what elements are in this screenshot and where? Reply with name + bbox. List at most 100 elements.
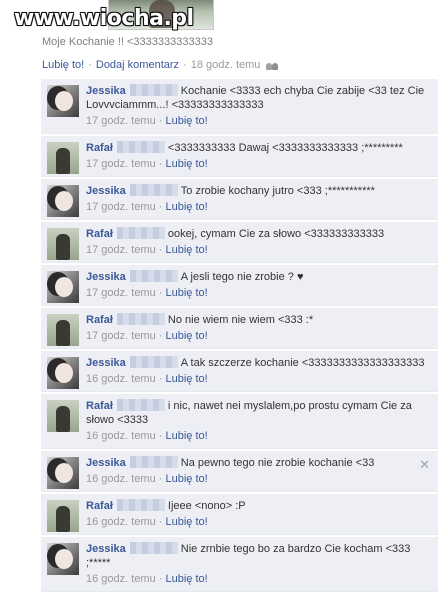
comment-text: No nie wiem nie wiem <333 :* xyxy=(167,314,314,326)
comment-item: Jessika Na pewno tego nie zrobie kochanie… xyxy=(41,450,438,492)
comment-body: Jessika Na pewno tego nie zrobie kochanie… xyxy=(86,456,430,470)
separator-dot: · xyxy=(155,473,166,485)
comment-like-link[interactable]: Lubię to! xyxy=(166,573,208,585)
avatar[interactable] xyxy=(47,85,79,117)
avatar[interactable] xyxy=(47,357,79,389)
redacted-surname xyxy=(129,456,178,468)
redacted-surname xyxy=(116,399,165,411)
comment-like-link[interactable]: Lubię to! xyxy=(166,330,208,342)
comment-like-link[interactable]: Lubię to! xyxy=(166,287,208,299)
comment-body: Jessika To zrobie kochany jutro <333 ;***… xyxy=(86,184,430,198)
comment-timestamp: 16 godz. temu xyxy=(86,473,156,485)
comment-author[interactable]: Jessika xyxy=(86,457,126,469)
comment-text: A jesli tego nie zrobie ? ♥ xyxy=(180,271,304,283)
separator-dot: · xyxy=(183,59,187,71)
comment-body: Jessika A jesli tego nie zrobie ? ♥ xyxy=(86,270,430,284)
comment-author[interactable]: Rafał xyxy=(86,400,113,412)
separator-dot: · xyxy=(155,158,166,170)
comment-text: A tak szczerze kochanie <333333333333333… xyxy=(180,357,425,369)
comment-timestamp: 16 godz. temu xyxy=(86,573,156,585)
comment-body: Rafał No nie wiem nie wiem <333 :* xyxy=(86,313,430,327)
avatar[interactable] xyxy=(47,142,79,174)
comment-like-link[interactable]: Lubię to! xyxy=(166,244,208,256)
comment-meta: 17 godz. temu · Lubię to! xyxy=(86,200,430,214)
comment-author[interactable]: Jessika xyxy=(86,357,126,369)
post-actions: Lubię to! · Dodaj komentarz · 18 godz. t… xyxy=(42,59,280,71)
redacted-surname xyxy=(116,227,165,239)
comment-item: Jessika Nie zrnbie tego bo za bardzo Cie … xyxy=(41,536,438,592)
separator-dot: · xyxy=(155,516,166,528)
comment-timestamp: 17 godz. temu xyxy=(86,201,156,213)
redacted-surname xyxy=(129,184,178,196)
redacted-surname xyxy=(116,313,165,325)
avatar[interactable] xyxy=(47,400,79,432)
comment-like-link[interactable]: Lubię to! xyxy=(166,201,208,213)
comment-item: Rafał Ijeee <nono> :P 16 godz. temu · Lubi… xyxy=(41,493,438,535)
comment-item: Jessika A jesli tego nie zrobie ? ♥ 17 god… xyxy=(41,264,438,306)
comment-meta: 16 godz. temu · Lubię to! xyxy=(86,572,430,586)
comment-body: Jessika A tak szczerze kochanie <33333333… xyxy=(86,356,430,370)
comment-meta: 16 godz. temu · Lubię to! xyxy=(86,429,430,443)
separator-dot: · xyxy=(155,573,166,585)
comment-body: Rafał ookej, cymam Cie za słowo <33333333… xyxy=(86,227,430,241)
comment-text: To zrobie kochany jutro <333 ;**********… xyxy=(180,185,375,197)
comment-item: Rafał No nie wiem nie wiem <333 :* 17 godz… xyxy=(41,307,438,349)
comment-like-link[interactable]: Lubię to! xyxy=(166,158,208,170)
comment-timestamp: 16 godz. temu xyxy=(86,516,156,528)
comment-like-link[interactable]: Lubię to! xyxy=(166,373,208,385)
redacted-surname xyxy=(129,84,178,96)
avatar[interactable] xyxy=(47,271,79,303)
comment-item: Jessika Kochanie <3333 ech chyba Cie zabi… xyxy=(41,79,438,134)
comment-author[interactable]: Jessika xyxy=(86,85,126,97)
redacted-surname xyxy=(129,356,178,368)
comment-author[interactable]: Jessika xyxy=(86,185,126,197)
comment-author[interactable]: Jessika xyxy=(86,271,126,283)
comment-author[interactable]: Rafał xyxy=(86,314,113,326)
comment-timestamp: 17 godz. temu xyxy=(86,244,156,256)
comment-meta: 17 godz. temu · Lubię to! xyxy=(86,286,430,300)
avatar[interactable] xyxy=(47,500,79,532)
avatar[interactable] xyxy=(47,228,79,260)
separator-dot: · xyxy=(155,330,166,342)
comment-timestamp: 17 godz. temu xyxy=(86,330,156,342)
comment-text: <3333333333 Dawaj <3333333333333 ;******… xyxy=(167,142,403,154)
post-timestamp: 18 godz. temu xyxy=(190,59,261,71)
comment-text: Na pewno tego nie zrobie kochanie <33 xyxy=(180,457,375,469)
redacted-surname xyxy=(116,499,165,511)
separator-dot: · xyxy=(155,115,166,127)
comment-author[interactable]: Rafał xyxy=(86,228,113,240)
comment-timestamp: 16 godz. temu xyxy=(86,430,156,442)
comment-meta: 17 godz. temu · Lubię to! xyxy=(86,243,430,257)
add-comment-link[interactable]: Dodaj komentarz xyxy=(96,59,179,71)
separator-dot: · xyxy=(155,244,166,256)
avatar[interactable] xyxy=(47,457,79,489)
comment-meta: 17 godz. temu · Lubię to! xyxy=(86,114,430,128)
separator-dot: · xyxy=(155,287,166,299)
comment-body: Rafał Ijeee <nono> :P xyxy=(86,499,430,513)
comment-text: Ijeee <nono> :P xyxy=(167,500,246,512)
remove-comment-icon[interactable]: ✕ xyxy=(419,457,430,473)
separator-dot: · xyxy=(88,59,92,71)
separator-dot: · xyxy=(155,373,166,385)
comment-body: Rafał <3333333333 Dawaj <3333333333333 ;*… xyxy=(86,141,430,155)
comment-like-link[interactable]: Lubię to! xyxy=(166,115,208,127)
comment-item: Rafał i nic, nawet nei myslalem,po prostu… xyxy=(41,393,438,449)
comment-body: Rafał i nic, nawet nei myslalem,po prostu… xyxy=(86,399,430,427)
comment-author[interactable]: Rafał xyxy=(86,500,113,512)
comment-meta: 17 godz. temu · Lubię to! xyxy=(86,329,430,343)
comment-body: Jessika Kochanie <3333 ech chyba Cie zabi… xyxy=(86,84,430,112)
comment-body: Jessika Nie zrnbie tego bo za bardzo Cie … xyxy=(86,542,430,570)
avatar[interactable] xyxy=(47,543,79,575)
like-link[interactable]: Lubię to! xyxy=(42,59,84,71)
comment-meta: 17 godz. temu · Lubię to! xyxy=(86,157,430,171)
comment-item: Jessika To zrobie kochany jutro <333 ;***… xyxy=(41,178,438,220)
avatar[interactable] xyxy=(47,185,79,217)
comment-like-link[interactable]: Lubię to! xyxy=(166,473,208,485)
comment-timestamp: 16 godz. temu xyxy=(86,373,156,385)
audience-friends-icon[interactable] xyxy=(266,60,280,70)
avatar[interactable] xyxy=(47,314,79,346)
comment-like-link[interactable]: Lubię to! xyxy=(166,516,208,528)
comment-author[interactable]: Jessika xyxy=(86,543,126,555)
comment-author[interactable]: Rafał xyxy=(86,142,113,154)
comment-like-link[interactable]: Lubię to! xyxy=(166,430,208,442)
